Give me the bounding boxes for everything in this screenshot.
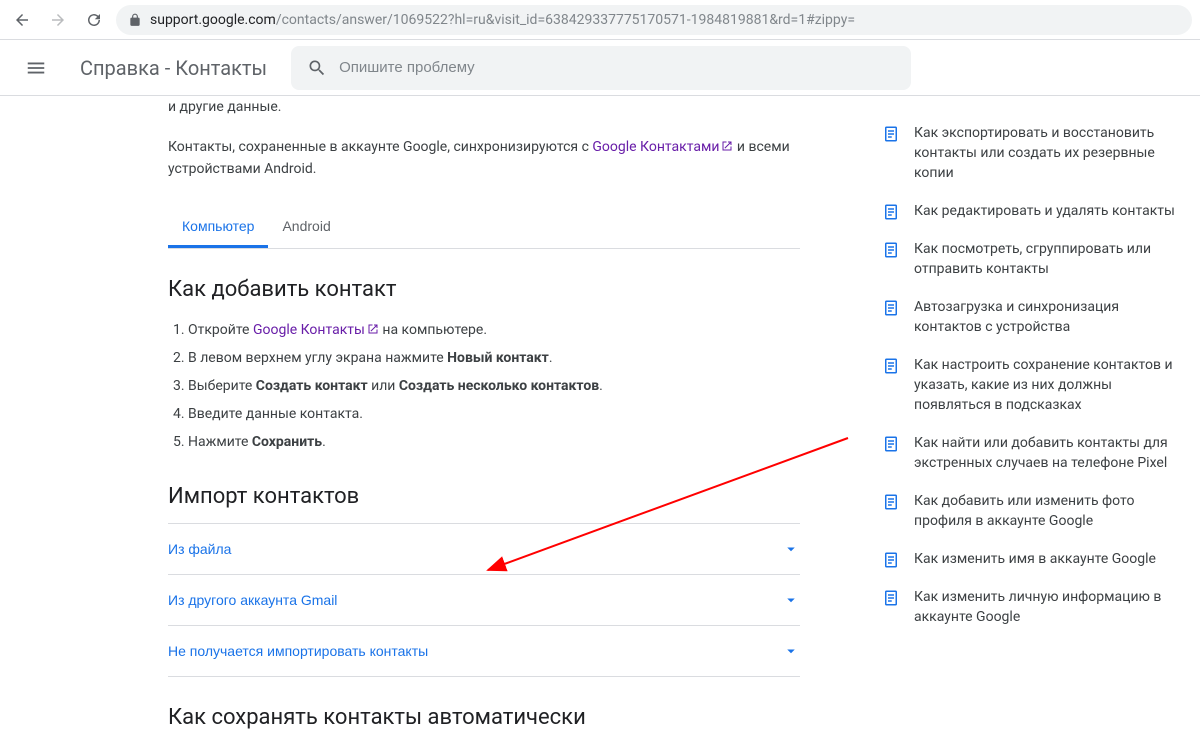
back-button[interactable]	[8, 6, 36, 34]
sidebar-item[interactable]: Как добавить или изменить фото профиля в…	[882, 482, 1176, 540]
sidebar-item[interactable]: Как изменить личную информацию в аккаунт…	[882, 578, 1176, 636]
platform-tabs: Компьютер Android	[168, 204, 800, 249]
tab-android[interactable]: Android	[268, 204, 344, 248]
back-icon	[13, 11, 31, 29]
article-icon	[882, 241, 900, 259]
menu-icon	[25, 57, 47, 79]
reload-button[interactable]	[80, 6, 108, 34]
chevron-down-icon	[782, 642, 800, 660]
sidebar-item[interactable]: Как найти или добавить контакты для экст…	[882, 424, 1176, 482]
reload-icon	[85, 11, 103, 29]
sidebar-item[interactable]: Как изменить имя в аккаунте Google	[882, 540, 1176, 578]
chevron-down-icon	[782, 540, 800, 558]
import-accordion: Из файла Из другого аккаунта Gmail Не по…	[168, 523, 800, 677]
step-1: Откройте Google Контакты на компьютере.	[188, 316, 800, 344]
article-icon	[882, 435, 900, 453]
intro-text-2: Контакты, сохраненные в аккаунте Google,…	[168, 136, 800, 180]
google-contacts-link-2[interactable]: Google Контакты	[253, 322, 379, 338]
related-articles-sidebar: Как экспортировать и восстановить контак…	[872, 96, 1200, 729]
sidebar-item[interactable]: Как посмотреть, сгруппировать или отправ…	[882, 230, 1176, 288]
article-icon	[882, 125, 900, 143]
url-text: support.google.com/contacts/answer/10695…	[150, 12, 855, 28]
product-title: Справка - Контакты	[80, 56, 267, 80]
article-icon	[882, 589, 900, 607]
article-icon	[882, 203, 900, 221]
accordion-cant-import[interactable]: Не получается импортировать контакты	[168, 626, 800, 676]
article-icon	[882, 493, 900, 511]
forward-icon	[49, 11, 67, 29]
step-2: В левом верхнем углу экрана нажмите Новы…	[188, 344, 800, 372]
article-icon	[882, 551, 900, 569]
tab-computer[interactable]: Компьютер	[168, 204, 268, 248]
heading-add-contact: Как добавить контакт	[168, 277, 800, 302]
search-input[interactable]	[339, 59, 895, 76]
add-contact-steps: Откройте Google Контакты на компьютере. …	[168, 316, 800, 456]
step-5: Нажмите Сохранить.	[188, 428, 800, 456]
sidebar-item[interactable]: Автозагрузка и синхронизация контактов с…	[882, 288, 1176, 346]
article-icon	[882, 299, 900, 317]
chevron-down-icon	[782, 591, 800, 609]
sidebar-item[interactable]: Как настроить сохранение контактов и ука…	[882, 346, 1176, 424]
step-4: Введите данные контакта.	[188, 400, 800, 428]
step-3: Выберите Создать контакт или Создать нес…	[188, 372, 800, 400]
main-menu-button[interactable]	[16, 48, 56, 88]
intro-text-1: и другие данные.	[168, 96, 800, 118]
sidebar-item[interactable]: Как редактировать и удалять контакты	[882, 192, 1176, 230]
heading-autosave: Как сохранять контакты автоматически	[168, 705, 800, 729]
search-icon	[307, 58, 327, 78]
accordion-from-gmail[interactable]: Из другого аккаунта Gmail	[168, 575, 800, 625]
heading-import: Импорт контактов	[168, 484, 800, 509]
external-link-icon	[367, 323, 379, 335]
external-link-icon	[721, 140, 733, 152]
lock-icon	[128, 13, 142, 27]
article-icon	[882, 357, 900, 375]
address-bar[interactable]: support.google.com/contacts/answer/10695…	[116, 5, 1192, 35]
forward-button[interactable]	[44, 6, 72, 34]
accordion-from-file[interactable]: Из файла	[168, 524, 800, 574]
sidebar-item[interactable]: Как экспортировать и восстановить контак…	[882, 114, 1176, 192]
google-contacts-link[interactable]: Google Контактами	[592, 139, 733, 155]
search-box[interactable]	[291, 46, 911, 90]
